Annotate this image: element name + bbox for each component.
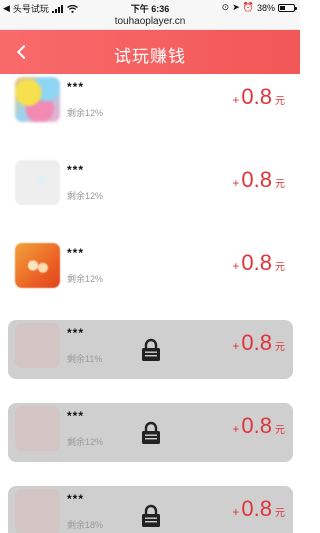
battery-icon xyxy=(278,3,297,12)
app-thumbnail xyxy=(15,323,60,368)
task-reward: + 0.8 元 xyxy=(232,496,285,522)
task-reward: + 0.8 元 xyxy=(232,330,285,356)
orientation-lock-icon: ⊙ xyxy=(221,2,230,12)
task-name: *** xyxy=(67,246,85,260)
reward-unit: 元 xyxy=(275,425,285,436)
app-thumbnail xyxy=(15,243,60,288)
task-remaining: 剩余12% xyxy=(67,274,104,284)
reward-value: 0.8 xyxy=(241,496,272,521)
reward-value: 0.8 xyxy=(241,167,272,192)
reward-value: 0.8 xyxy=(241,250,272,275)
task-reward: + 0.8 元 xyxy=(232,84,285,110)
task-reward: + 0.8 元 xyxy=(232,167,285,193)
task-item[interactable]: *** 剩余12% + 0.8 元 xyxy=(8,240,293,299)
location-icon: ➤ xyxy=(232,2,240,12)
task-remaining: 剩余11% xyxy=(67,354,103,364)
reward-unit: 元 xyxy=(275,179,285,190)
task-item[interactable]: *** 剩余12% + 0.8 元 xyxy=(8,74,293,133)
app-thumbnail xyxy=(15,406,60,451)
app-thumbnail xyxy=(15,160,60,205)
reward-unit: 元 xyxy=(275,262,285,273)
reward-plus: + xyxy=(232,505,240,519)
lock-icon xyxy=(142,421,160,444)
app-header: 试玩赚钱 xyxy=(0,30,300,74)
task-name: *** xyxy=(67,326,85,340)
reward-plus: + xyxy=(232,339,240,353)
task-name: *** xyxy=(67,492,85,506)
battery-fill xyxy=(280,5,285,10)
task-remaining: 剩余12% xyxy=(67,191,104,201)
app-thumbnail xyxy=(15,77,60,122)
task-item-locked[interactable]: *** 剩余12% + 0.8 元 xyxy=(8,403,293,462)
battery-percent: 38% xyxy=(256,2,275,13)
reward-plus: + xyxy=(232,176,240,190)
status-bar: ◀ 头号试玩 下午 6:36 ⊙ ➤ ⏰ 38% xyxy=(0,0,300,14)
reward-unit: 元 xyxy=(275,508,285,519)
reward-unit: 元 xyxy=(275,342,285,353)
task-name: *** xyxy=(67,163,85,177)
reward-value: 0.8 xyxy=(241,330,272,355)
task-item-locked[interactable]: *** 剩余18% + 0.8 元 xyxy=(8,486,293,533)
reward-plus: + xyxy=(232,422,240,436)
task-item[interactable]: *** 剩余12% + 0.8 元 xyxy=(8,157,293,216)
url-bar[interactable]: touhaoplayer.cn xyxy=(0,14,300,30)
page-title: 试玩赚钱 xyxy=(114,47,186,66)
task-remaining: 剩余12% xyxy=(67,437,104,447)
reward-plus: + xyxy=(232,259,240,273)
task-reward: + 0.8 元 xyxy=(232,250,285,276)
reward-value: 0.8 xyxy=(241,413,272,438)
task-item-locked[interactable]: *** 剩余11% + 0.8 元 xyxy=(8,320,293,379)
task-remaining: 剩余18% xyxy=(67,520,104,530)
alarm-icon: ⏰ xyxy=(242,2,254,12)
reward-value: 0.8 xyxy=(241,84,272,109)
task-name: *** xyxy=(67,409,85,423)
reward-unit: 元 xyxy=(275,96,285,107)
lock-icon xyxy=(142,504,160,527)
task-remaining: 剩余12% xyxy=(67,108,104,118)
lock-icon xyxy=(142,338,160,361)
task-reward: + 0.8 元 xyxy=(232,413,285,439)
task-name: *** xyxy=(67,80,85,94)
app-thumbnail xyxy=(15,489,60,533)
status-right: ⊙ ➤ ⏰ 38% xyxy=(221,2,297,13)
reward-plus: + xyxy=(232,93,240,107)
